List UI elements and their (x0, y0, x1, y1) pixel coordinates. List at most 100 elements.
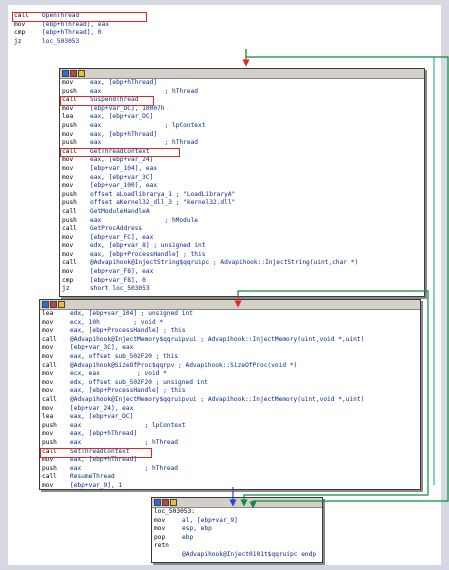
asm-line[interactable]: push offset aKernel32_dll_3 ; "kernel32.d… (60, 199, 424, 208)
asm-line[interactable]: pop ebp (152, 534, 322, 543)
asm-label[interactable]: loc_503053: (152, 508, 322, 517)
asm-operand: edx, [ebp+var_8] ; unsigned int (90, 242, 206, 250)
asm-line[interactable]: mov eax, [ebp+ProcessHandle] ; this (60, 251, 424, 260)
asm-mnemonic: mov (62, 104, 74, 112)
code-block-loc-503053[interactable]: loc_503053: mov al, [ebp+var_9] mov esp, e… (151, 497, 323, 563)
asm-line[interactable]: mov [ebp+var_9], 1 (40, 482, 420, 491)
asm-line[interactable]: mov [ebp+var_24], eax (40, 405, 420, 414)
asm-mnemonic: push (62, 190, 77, 198)
asm-mnemonic: mov (42, 481, 54, 489)
asm-line[interactable]: mov al, [ebp+var_9] (152, 517, 322, 526)
asm-line[interactable]: mov [ebp+var_FC], eax (60, 234, 424, 243)
asm-line[interactable]: push eax ; hThread (60, 88, 424, 97)
asm-operand: [ebp+var_3C], eax (70, 344, 134, 352)
asm-line[interactable]: call GetModuleHandleA (60, 208, 424, 217)
stop-icon[interactable] (50, 301, 57, 308)
asm-line[interactable]: jz loc_503053 (12, 38, 432, 47)
asm-line[interactable]: push eax ; lpContext (60, 122, 424, 131)
asm-mnemonic: call (42, 395, 57, 403)
asm-mnemonic: mov (62, 130, 74, 138)
asm-line[interactable]: mov edx, [ebp+var_8] ; unsigned int (60, 242, 424, 251)
asm-mnemonic: mov (62, 250, 74, 258)
stop-icon[interactable] (70, 70, 77, 77)
asm-line[interactable]: call @Advapihook@SizeOfProc$qqrpv ; Advap… (40, 362, 420, 371)
asm-operand: edx, [ebp+var_104] ; unsigned int (70, 310, 193, 317)
asm-operand: eax, [ebp+var_24] (90, 156, 154, 164)
asm-line[interactable]: mov eax, offset sub_502F20 ; this (40, 353, 420, 362)
asm-operand: eax, [ebp+hThread] (90, 130, 158, 138)
asm-line[interactable]: cmp [ebp+var_F8], 0 (60, 277, 424, 286)
code-block-suspend-getcontext[interactable]: mov eax, [ebp+hThread] push eax ; hThread … (59, 68, 425, 297)
comment-icon[interactable] (78, 70, 85, 77)
asm-mnemonic: mov (154, 516, 166, 524)
asm-line[interactable]: @Advapihook@Inject0101t$qqruipc endp (152, 551, 322, 560)
asm-mnemonic: push (42, 464, 57, 472)
asm-operand: eax ; hModule (90, 216, 199, 224)
asm-line[interactable]: mov eax, [ebp+ProcessHandle] ; this (40, 327, 420, 336)
block-header (152, 498, 322, 508)
asm-line[interactable]: mov [ebp+var_100], eax (60, 182, 424, 191)
graph-canvas[interactable]: call OpenThread mov [ebp+hThread], eax cmp… (8, 5, 449, 565)
asm-line[interactable]: mov ecx, eax ; void * (40, 370, 420, 379)
code-block-inject-setcontext[interactable]: lea edx, [ebp+var_104] ; unsigned int mov… (39, 299, 421, 490)
asm-line[interactable]: mov eax, [ebp+hThread] (40, 430, 420, 439)
graph-icon[interactable] (62, 70, 69, 77)
code-block-openthread[interactable]: call OpenThread mov [ebp+hThread], eax cmp… (12, 12, 432, 52)
asm-line[interactable]: mov eax, [ebp+var_3C] (60, 174, 424, 183)
asm-line[interactable]: call ResumeThread (40, 473, 420, 482)
asm-operand: [ebp+hThread], 0 (42, 29, 102, 37)
graph-icon[interactable] (154, 499, 161, 506)
asm-mnemonic: mov (14, 20, 26, 28)
asm-line[interactable]: mov eax, [ebp+ProcessHandle] ; this (40, 387, 420, 396)
asm-operand: [ebp+var_104], eax (90, 164, 158, 172)
asm-mnemonic: lea (62, 113, 74, 121)
asm-operand: eax, [ebp+hThread] (90, 79, 158, 86)
asm-line[interactable]: mov eax, [ebp+hThread] (60, 131, 424, 140)
asm-line[interactable]: lea eax, [ebp+var_DC] (40, 413, 420, 422)
asm-line[interactable]: lea edx, [ebp+var_104] ; unsigned int (40, 310, 420, 319)
asm-line[interactable]: cmp [ebp+hThread], 0 (12, 29, 432, 38)
asm-line[interactable]: push eax ; hThread (60, 139, 424, 148)
asm-line[interactable]: mov esp, ebp (152, 525, 322, 534)
asm-line[interactable]: mov [ebp+hThread], eax (12, 21, 432, 30)
asm-line[interactable]: mov [ebp+var_104], eax (60, 165, 424, 174)
comment-icon[interactable] (58, 301, 65, 308)
comment-icon[interactable] (170, 499, 177, 506)
asm-line[interactable]: call @Advapihook@InjectString$qqruipc ; A… (60, 259, 424, 268)
block-header (40, 300, 420, 310)
asm-line[interactable]: mov eax, [ebp+var_24] (60, 156, 424, 165)
asm-line[interactable]: mov [ebp+var_3C], eax (40, 344, 420, 353)
asm-line[interactable]: lea eax, [ebp+var_DC] (60, 113, 424, 122)
graph-icon[interactable] (42, 301, 49, 308)
asm-line[interactable]: retn (152, 542, 322, 551)
asm-line[interactable]: mov eax, [ebp+hThread] (60, 79, 424, 88)
asm-line[interactable]: mov ecx, 10h ; void * (40, 319, 420, 328)
asm-operand: eax ; lpContext (70, 421, 186, 429)
asm-line[interactable]: call GetProcAddress (60, 225, 424, 234)
asm-line[interactable]: call @Advapihook@InjectMemory$qqruipvui ;… (40, 336, 420, 345)
asm-line[interactable]: call @Advapihook@InjectMemory$qqruipvui ;… (40, 396, 420, 405)
asm-operand: short loc_503053 (90, 285, 150, 293)
asm-operand: eax ; lpContext (90, 121, 206, 129)
asm-operand: eax, [ebp+ProcessHandle] ; this (70, 387, 186, 395)
asm-line[interactable]: push offset aLoadlibrarya_1 ; "LoadLibrar… (60, 191, 424, 200)
asm-line[interactable]: push eax ; lpContext (40, 422, 420, 431)
asm-line[interactable]: mov [ebp+var_F8], eax (60, 268, 424, 277)
asm-line[interactable]: push eax ; hThread (40, 439, 420, 448)
asm-operand: @Advapihook@InjectMemory$qqruipvui ; Adv… (70, 395, 365, 403)
highlight-setthreadcontext (40, 448, 152, 458)
asm-mnemonic: call (42, 335, 57, 343)
stop-icon[interactable] (162, 499, 169, 506)
asm-mnemonic: mov (42, 352, 54, 360)
asm-operand: eax, [ebp+ProcessHandle] ; this (70, 327, 186, 335)
asm-mnemonic: push (62, 139, 77, 147)
asm-line[interactable]: push eax ; hThread (40, 465, 420, 474)
asm-line[interactable]: mov edx, offset sub_502F20 ; unsigned int (40, 379, 420, 388)
asm-mnemonic: mov (62, 79, 74, 86)
asm-line[interactable]: mov [ebp+var_DC], 10007h (60, 105, 424, 114)
asm-operand: offset aLoadlibrarya_1 ; "LoadLibraryA" (90, 190, 236, 198)
asm-operand: [ebp+var_F8], eax (90, 268, 154, 276)
asm-line[interactable]: jz short loc_503053 (60, 285, 424, 294)
asm-mnemonic: push (42, 438, 57, 446)
asm-line[interactable]: push eax ; hModule (60, 217, 424, 226)
